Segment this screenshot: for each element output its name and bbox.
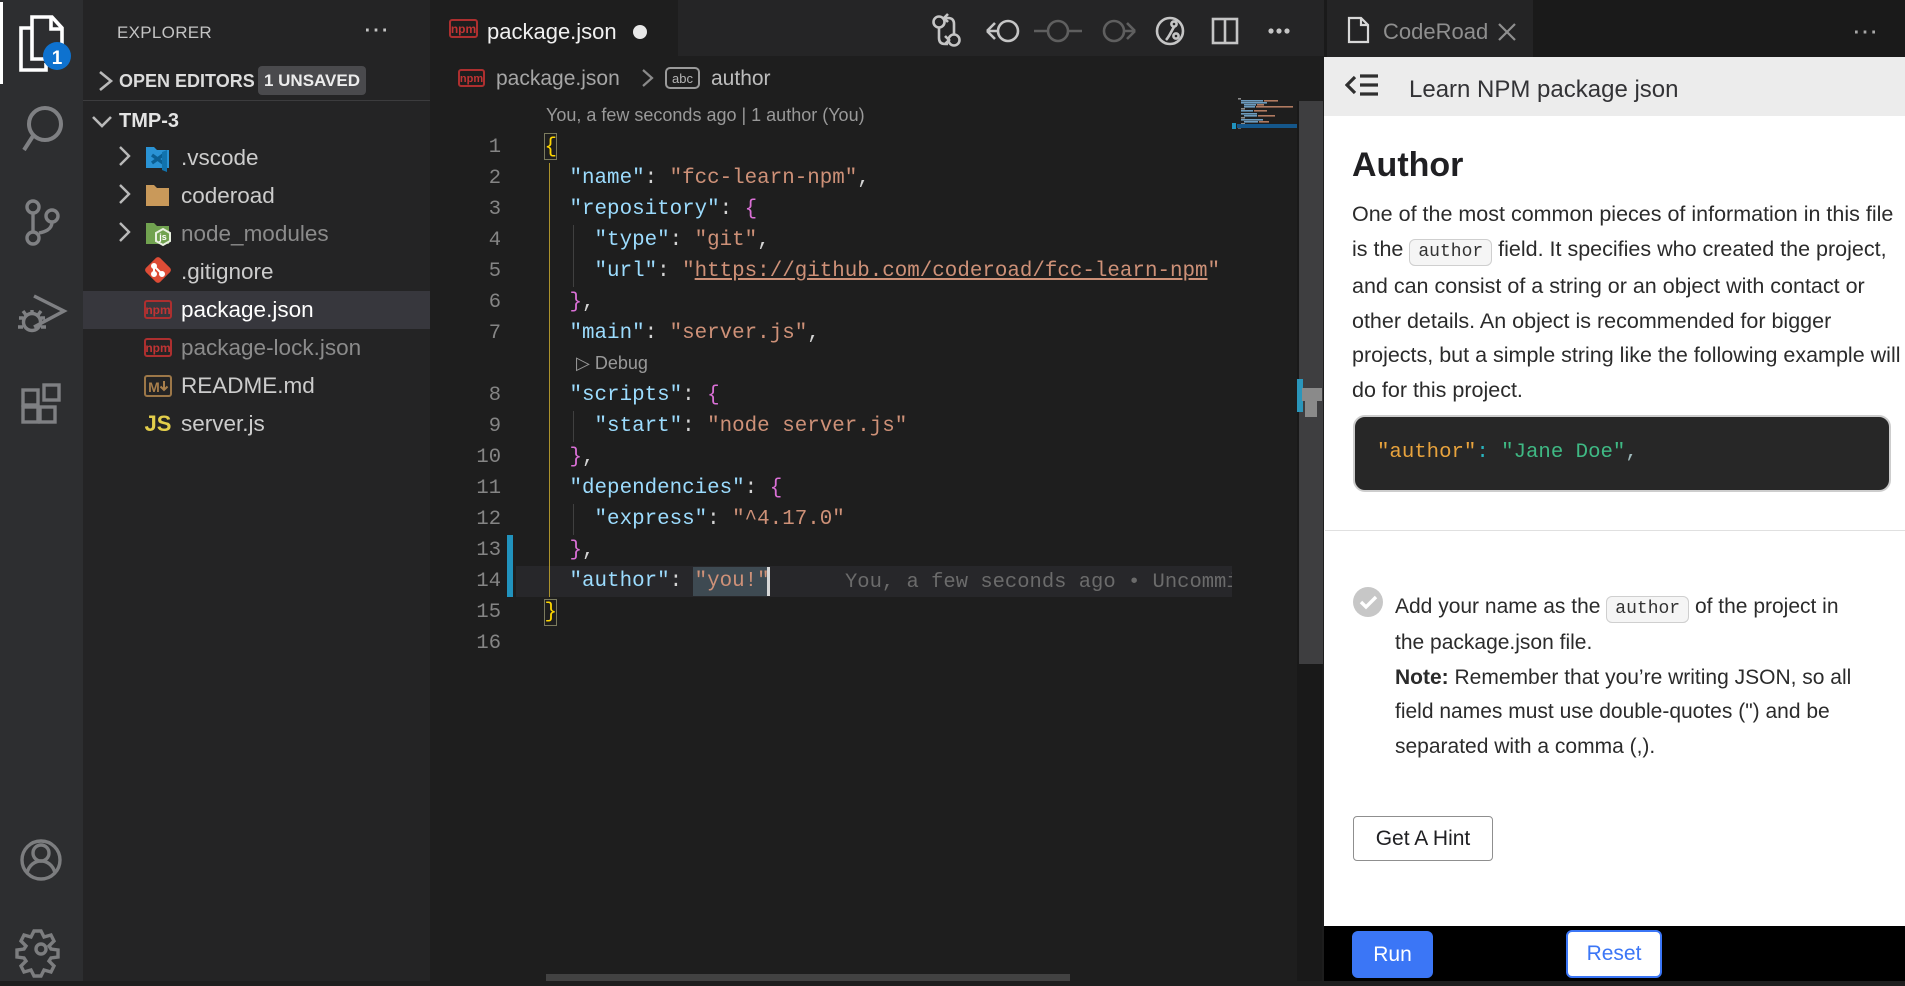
svg-text:npm: npm (451, 22, 476, 36)
svg-text:1: 1 (52, 48, 63, 69)
svg-text:npm: npm (460, 73, 483, 85)
svg-text:JS: JS (145, 411, 172, 436)
svg-text:npm: npm (145, 303, 170, 317)
svg-text:npm: npm (145, 341, 170, 355)
svg-text:js: js (158, 232, 167, 242)
svg-text:abc: abc (672, 71, 693, 86)
svg-text:M: M (148, 379, 160, 395)
